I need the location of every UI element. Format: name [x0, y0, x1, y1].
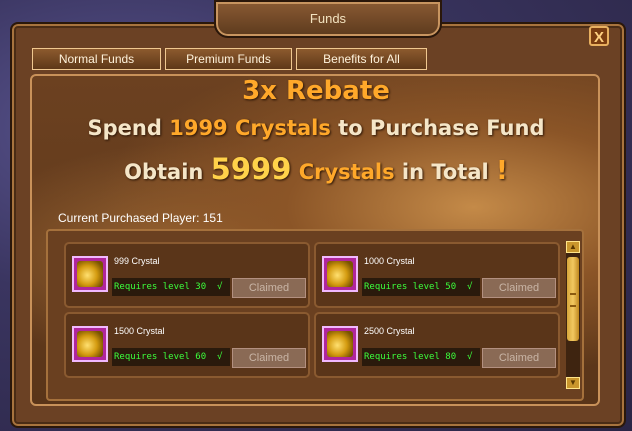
tab-benefits-for-all[interactable]: Benefits for All: [296, 48, 427, 70]
window-title-plate: Funds: [214, 0, 442, 38]
reward-name: 1000 Crystal: [364, 256, 415, 266]
obtain-crystals: Crystals: [291, 160, 395, 184]
window-title: Funds: [309, 11, 347, 26]
scrollbar-thumb[interactable]: [567, 257, 579, 341]
reward-card: 1000 Crystal Requires level 50 √ Claimed: [314, 242, 560, 308]
obtain-prefix: Obtain: [124, 160, 211, 184]
obtain-exclaim: !: [496, 156, 508, 186]
crystal-coins-icon: [72, 256, 108, 292]
scroll-down-arrow-icon[interactable]: ▼: [566, 377, 580, 389]
tab-premium-funds[interactable]: Premium Funds: [165, 48, 292, 70]
scroll-up-arrow-icon[interactable]: ▲: [566, 241, 580, 253]
reward-scrollbar[interactable]: ▲ ▼: [566, 241, 580, 389]
reward-requirement: Requires level 50 √: [362, 278, 480, 296]
reward-name: 999 Crystal: [114, 256, 160, 266]
banner-obtain-line: Obtain 5999 Crystals in Total !: [0, 152, 632, 186]
claimed-button[interactable]: Claimed: [232, 278, 306, 298]
banner-spend-line: Spend 1999 Crystals to Purchase Fund: [0, 116, 632, 140]
reward-card: 1500 Crystal Requires level 60 √ Claimed: [64, 312, 310, 378]
spend-amount: 1999 Crystals: [169, 116, 331, 140]
crystal-coins-icon: [322, 256, 358, 292]
obtain-amount: 5999: [210, 152, 292, 186]
claimed-button[interactable]: Claimed: [232, 348, 306, 368]
purchased-player-count: Current Purchased Player: 151: [58, 211, 223, 225]
claimed-button[interactable]: Claimed: [482, 348, 556, 368]
banner-headline: 3x Rebate: [0, 76, 632, 106]
spend-prefix: Spend: [87, 116, 170, 140]
reward-name: 2500 Crystal: [364, 326, 415, 336]
crystal-coins-icon: [72, 326, 108, 362]
reward-name: 1500 Crystal: [114, 326, 165, 336]
reward-requirement: Requires level 30 √: [112, 278, 230, 296]
close-button[interactable]: X: [589, 26, 609, 46]
rebate-text: 3x Rebate: [242, 76, 390, 106]
reward-requirement: Requires level 60 √: [112, 348, 230, 366]
crystal-coins-icon: [322, 326, 358, 362]
obtain-suffix: in Total: [394, 160, 497, 184]
reward-card: 999 Crystal Requires level 30 √ Claimed: [64, 242, 310, 308]
reward-requirement: Requires level 80 √: [362, 348, 480, 366]
claimed-button[interactable]: Claimed: [482, 278, 556, 298]
spend-suffix: to Purchase Fund: [330, 116, 545, 140]
tab-normal-funds[interactable]: Normal Funds: [32, 48, 161, 70]
reward-card: 2500 Crystal Requires level 80 √ Claimed: [314, 312, 560, 378]
